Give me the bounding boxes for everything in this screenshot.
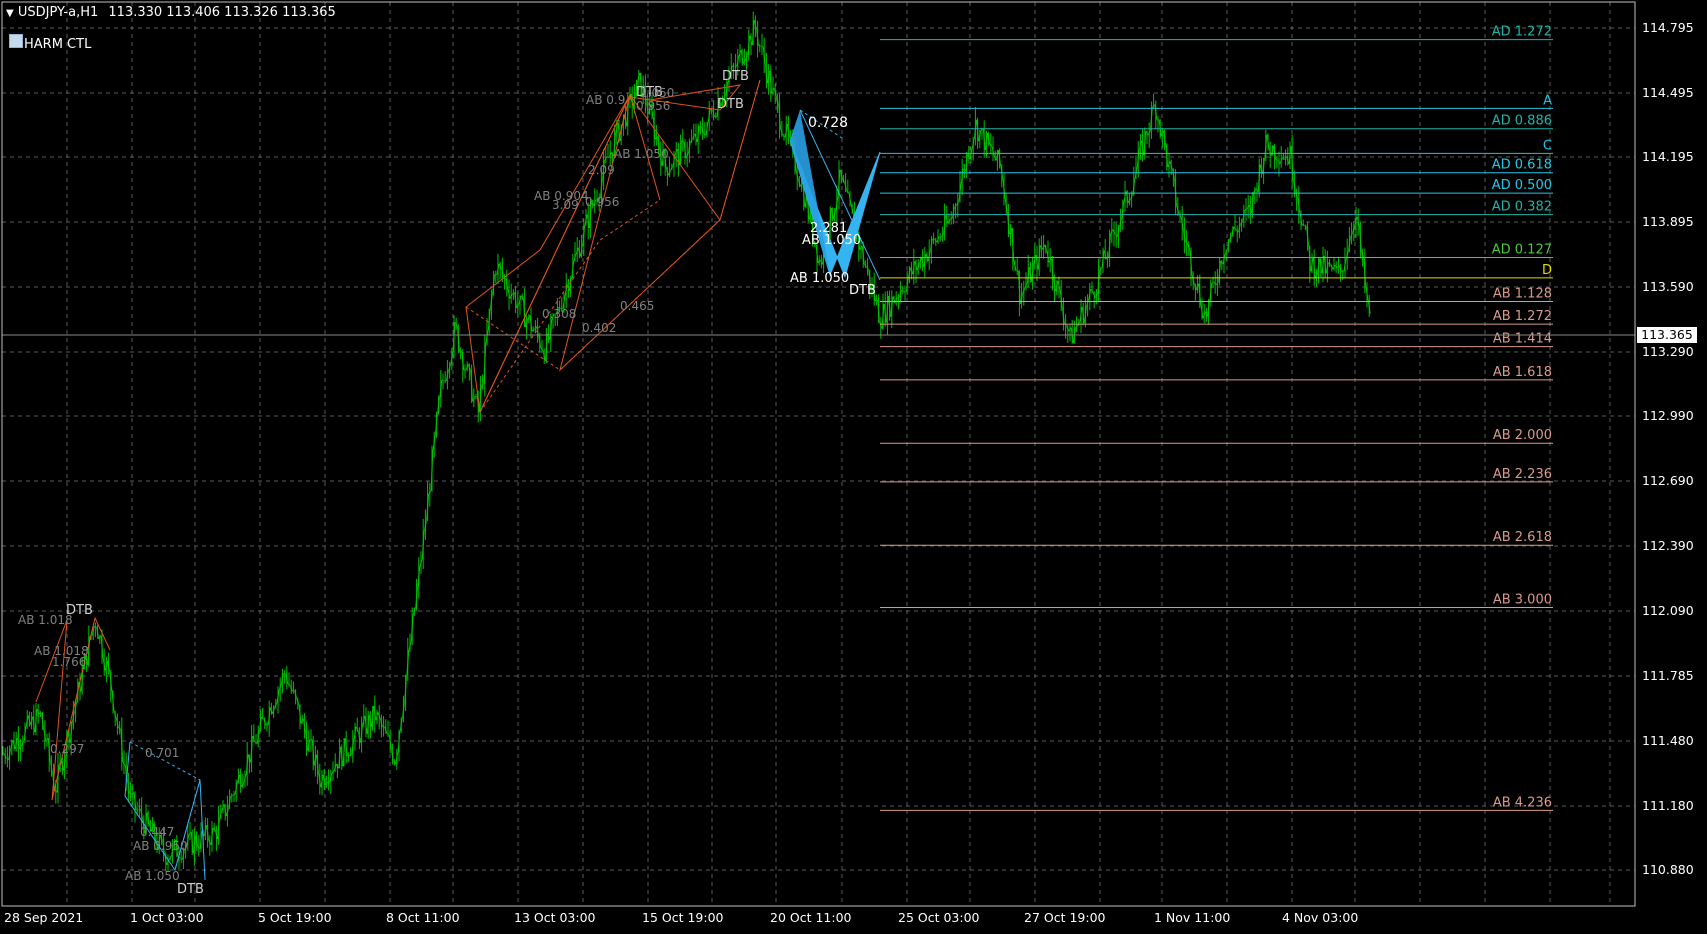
price-tick-label: 114.495 [1642, 85, 1694, 100]
price-tick-label: 114.795 [1642, 20, 1694, 35]
time-tick-label: 25 Oct 03:00 [898, 910, 980, 925]
pattern-label: AB 0.950 [133, 839, 188, 853]
price-tick-label: 111.180 [1642, 798, 1694, 813]
level-label: AB 1.414 [1493, 332, 1552, 347]
pattern-label: DTB [177, 882, 204, 897]
price-tick-label: 111.480 [1642, 733, 1694, 748]
price-tick-label: 110.880 [1642, 862, 1694, 877]
level-label: AB 1.618 [1493, 365, 1552, 380]
price-tick-label: 112.390 [1642, 538, 1694, 553]
price-tick-label: 114.195 [1642, 149, 1694, 164]
indicator-label: HARM CTL [24, 37, 92, 52]
level-label: AD 1.272 [1492, 25, 1552, 40]
price-chart[interactable]: AD 1.272 A AD 0.886 C AD 0.618 AD 0.500 AD 0.3… [0, 0, 1707, 934]
symbol-label: USDJPY-a,H1 [17, 5, 99, 20]
time-tick-label: 4 Nov 03:00 [1282, 910, 1359, 925]
pattern-label: 0.956 [585, 195, 619, 209]
time-tick-label: 1 Nov 11:00 [1154, 910, 1231, 925]
level-label: AB 1.128 [1493, 287, 1552, 302]
current-price-marker: 113.365 [1637, 327, 1697, 343]
time-tick-label: 8 Oct 11:00 [386, 910, 460, 925]
price-tick-label: 112.090 [1642, 603, 1694, 618]
ohlc-values: 113.330 113.406 113.326 113.365 [108, 5, 336, 20]
pattern-label: 3.09 [552, 198, 579, 212]
indicator-icon[interactable] [9, 34, 23, 48]
level-label: D [1542, 263, 1552, 278]
pattern-label: 1.766 [52, 655, 86, 669]
level-label: A [1543, 93, 1552, 108]
time-tick-label: 1 Oct 03:00 [130, 910, 204, 925]
level-label: AD 0.886 [1492, 114, 1552, 129]
time-tick-label: 15 Oct 19:00 [642, 910, 724, 925]
pattern-label: 2.09 [588, 163, 615, 177]
level-label: AD 0.500 [1492, 178, 1552, 193]
time-tick-label: 28 Sep 2021 [4, 910, 84, 925]
level-label: AB 4.236 [1493, 795, 1552, 810]
pattern-label: DTB [717, 97, 744, 112]
pattern-label: 0.701 [145, 746, 179, 760]
pattern-label: 0.447 [140, 825, 174, 839]
pattern-label: DTB [849, 283, 876, 298]
pattern-label: 0.728 [808, 115, 848, 131]
price-tick-label: 112.990 [1642, 408, 1694, 423]
time-tick-label: 13 Oct 03:00 [514, 910, 596, 925]
time-tick-label: 27 Oct 19:00 [1024, 910, 1106, 925]
pattern-label: 0.297 [50, 742, 84, 756]
harmonic-patterns [35, 79, 881, 881]
pattern-label: AB 1.050 [614, 147, 669, 161]
pattern-labels: 0.7282.281AB 1.050AB 1.050DTBDTBDTBDTBAB… [18, 69, 876, 897]
level-label: AB 1.272 [1493, 309, 1552, 324]
pattern-label: AB 1.050 [125, 869, 180, 883]
pattern-label: 0.308 [542, 307, 576, 321]
symbol-header[interactable]: ▼ USDJPY-a,H1 113.330 113.406 113.326 11… [6, 5, 336, 20]
price-tick-label: 111.785 [1642, 668, 1694, 683]
level-label: AB 2.000 [1493, 428, 1552, 443]
pattern-label: 0.956 [636, 99, 670, 113]
level-label: AD 0.618 [1492, 158, 1552, 173]
price-tick-label: 113.590 [1642, 279, 1694, 294]
pattern-label: AB 1.018 [18, 613, 73, 627]
price-tick-label: 112.690 [1642, 473, 1694, 488]
pattern-label: DTB [722, 69, 749, 84]
pattern-label: AB 0.9 [586, 93, 625, 107]
pattern-label: 0.402 [582, 321, 616, 335]
pattern-label: 1.050 [640, 86, 674, 100]
pattern-label: AB 1.050 [802, 233, 861, 248]
price-tick-label: 113.895 [1642, 214, 1694, 229]
level-label: AB 2.618 [1493, 530, 1552, 545]
level-label: C [1543, 138, 1552, 153]
pattern-label: 0.465 [620, 299, 654, 313]
level-label: AD 0.127 [1492, 243, 1552, 258]
price-tick-label: 113.290 [1642, 344, 1694, 359]
time-tick-label: 20 Oct 11:00 [770, 910, 852, 925]
level-label: AD 0.382 [1492, 200, 1552, 215]
dropdown-icon[interactable]: ▼ [6, 8, 14, 19]
price-series [2, 11, 1371, 872]
pattern-label: AB 1.050 [790, 271, 849, 286]
level-label: AB 3.000 [1493, 592, 1552, 607]
level-lines: AD 1.272 A AD 0.886 C AD 0.618 AD 0.500 AD 0.3… [2, 25, 1635, 811]
level-label: AB 2.236 [1493, 467, 1552, 482]
time-tick-label: 5 Oct 19:00 [258, 910, 332, 925]
